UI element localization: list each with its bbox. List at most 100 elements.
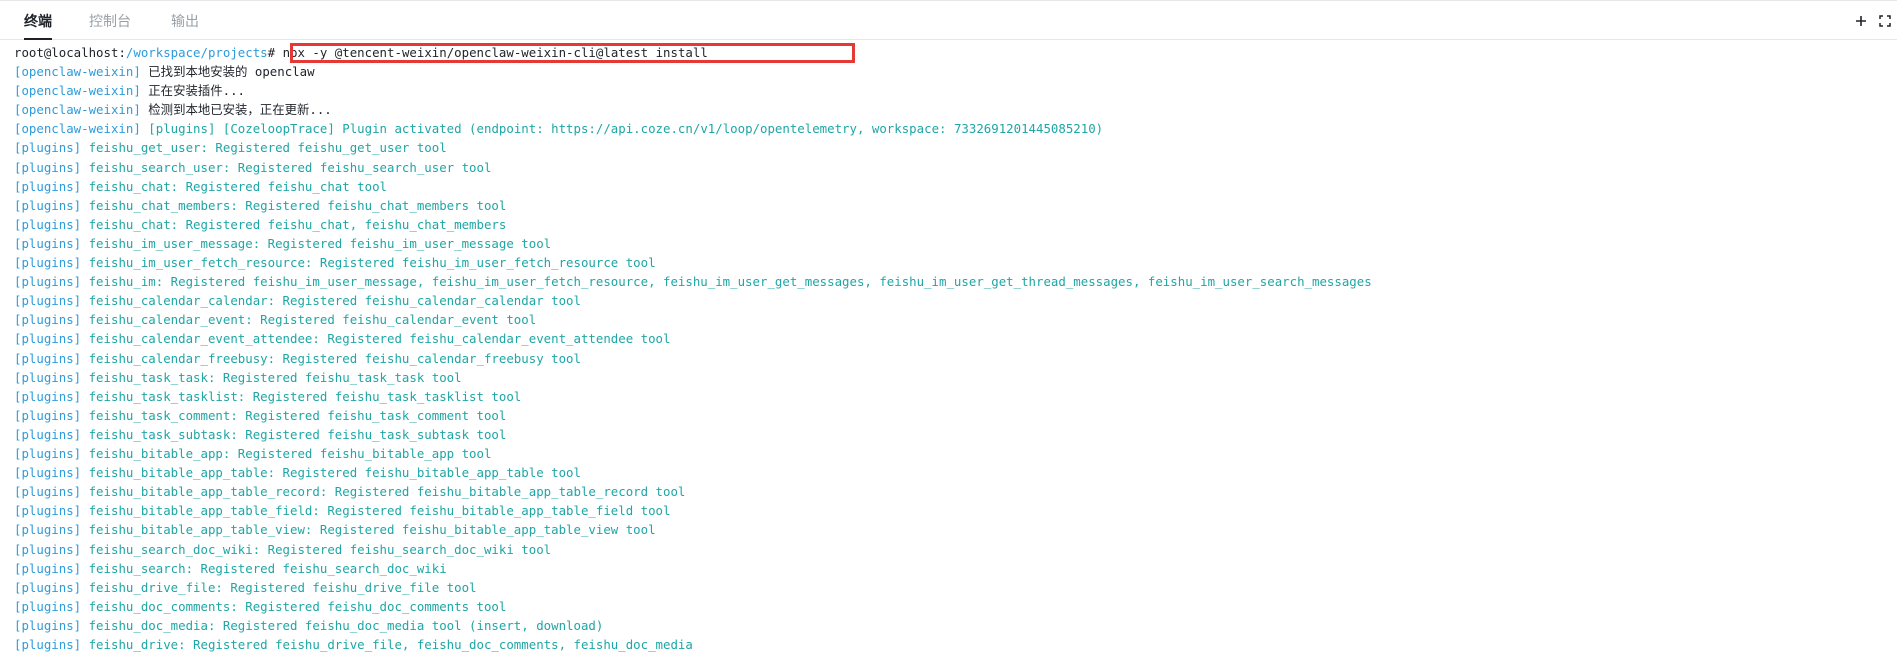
log-line: [plugins] feishu_bitable_app_table_view:… [14, 520, 656, 539]
log-text: feishu_bitable_app_table_view: Registere… [81, 522, 656, 538]
log-text: feishu_bitable_app_table_field: Register… [81, 503, 671, 519]
log-line: [plugins] feishu_im_user_message: Regist… [14, 234, 551, 253]
log-line: [plugins] feishu_drive: Registered feish… [14, 635, 693, 654]
log-text: feishu_task_task: Registered feishu_task… [81, 369, 462, 385]
log-tag: [plugins] [14, 484, 82, 500]
log-tag: [plugins] [14, 293, 82, 309]
log-text: feishu_bitable_app_table: Registered fei… [81, 465, 581, 481]
command-text: npx -y @tencent-weixin/openclaw-weixin-c… [275, 45, 708, 60]
log-line: [plugins] feishu_im: Registered feishu_i… [14, 272, 1372, 291]
log-tag: [plugins] [14, 388, 82, 404]
log-line: [plugins] feishu_task_subtask: Registere… [14, 425, 506, 444]
log-text: feishu_drive: Registered feishu_drive_fi… [81, 637, 693, 652]
log-line: [plugins] feishu_bitable_app: Registered… [14, 444, 491, 463]
tab-output[interactable]: 输出 [171, 1, 199, 40]
log-tag: [plugins] [14, 140, 82, 156]
log-text: feishu_bitable_app_table_record: Registe… [81, 484, 686, 500]
log-tag: [plugins] [14, 426, 82, 442]
log-text: feishu_doc_comments: Registered feishu_d… [81, 598, 507, 614]
log-tag: [plugins] [14, 369, 82, 385]
log-line: [openclaw-weixin] 检测到本地已安装，正在更新... [14, 100, 332, 119]
log-tag: [plugins] [14, 465, 82, 481]
log-text: feishu_calendar_calendar: Registered fei… [81, 293, 581, 309]
log-line: [plugins] feishu_calendar_event_attendee… [14, 329, 670, 348]
log-line: [plugins] feishu_get_user: Registered fe… [14, 138, 447, 157]
log-text: feishu_chat: Registered feishu_chat, fei… [81, 216, 507, 232]
prompt-separator: : [118, 45, 126, 60]
log-text: feishu_task_comment: Registered feishu_t… [81, 407, 507, 423]
log-tag: [plugins] [14, 255, 82, 270]
log-text: feishu_search: Registered feishu_search_… [81, 560, 447, 576]
log-tag: [plugins] [14, 598, 82, 614]
log-text: feishu_task_subtask: Registered feishu_t… [81, 426, 507, 442]
log-line: [openclaw-weixin] 已找到本地安装的 openclaw [14, 62, 315, 81]
prompt-symbol: # [267, 45, 276, 60]
fullscreen-icon[interactable] [1873, 1, 1897, 41]
log-text: feishu_im_user_fetch_resource: Registere… [81, 255, 656, 270]
log-line: [plugins] feishu_search_doc_wiki: Regist… [14, 540, 551, 559]
log-tag: [plugins] [14, 560, 82, 576]
log-text: [plugins] [CozeloopTrace] Plugin activat… [140, 121, 1104, 137]
log-text: feishu_chat: Registered feishu_chat tool [81, 178, 387, 194]
prompt-path: /workspace/projects [125, 45, 268, 60]
log-line: [plugins] feishu_chat: Registered feishu… [14, 215, 506, 234]
log-line: [plugins] feishu_bitable_app_table_field… [14, 501, 670, 520]
log-tag: [openclaw-weixin] [14, 83, 141, 99]
log-tag: [plugins] [14, 503, 82, 519]
log-line: [plugins] feishu_calendar_event: Registe… [14, 310, 536, 329]
log-tag: [plugins] [14, 617, 82, 633]
log-line: [plugins] feishu_chat_members: Registere… [14, 196, 506, 215]
tabbar-actions [1849, 1, 1897, 41]
log-line: [plugins] feishu_calendar_calendar: Regi… [14, 291, 581, 310]
log-line: [plugins] feishu_drive_file: Registered … [14, 578, 477, 597]
log-text: 已找到本地安装的 openclaw [140, 64, 315, 79]
log-line: [plugins] feishu_task_task: Registered f… [14, 368, 462, 387]
log-line: [plugins] feishu_doc_comments: Registere… [14, 597, 506, 616]
log-line: [plugins] feishu_task_tasklist: Register… [14, 387, 521, 406]
log-tag: [openclaw-weixin] [14, 121, 141, 137]
prompt-user: root@localhost [14, 45, 119, 60]
tab-console[interactable]: 控制台 [89, 1, 131, 40]
panel-tabbar: 终端 控制台 输出 [0, 0, 1897, 40]
log-tag: [plugins] [14, 178, 82, 194]
log-tag: [openclaw-weixin] [14, 102, 141, 118]
log-line: [plugins] feishu_search_user: Registered… [14, 158, 491, 177]
log-tag: [plugins] [14, 579, 82, 595]
log-line: [plugins] feishu_search: Registered feis… [14, 559, 447, 578]
log-line: [plugins] feishu_chat: Registered feishu… [14, 177, 387, 196]
log-line: [plugins] feishu_bitable_app_table_recor… [14, 482, 685, 501]
prompt-line: root@localhost:/workspace/projects# npx … [14, 43, 708, 62]
log-tag: [plugins] [14, 637, 82, 652]
log-text: feishu_get_user: Registered feishu_get_u… [81, 140, 447, 156]
plus-icon[interactable] [1849, 1, 1873, 41]
log-tag: [plugins] [14, 407, 82, 423]
log-text: 检测到本地已安装，正在更新... [140, 102, 332, 118]
log-tag: [plugins] [14, 522, 82, 538]
log-text: 正在安装插件... [140, 83, 246, 99]
log-tag: [plugins] [14, 350, 82, 366]
log-line: [plugins] feishu_doc_media: Registered f… [14, 616, 603, 635]
log-line: [plugins] feishu_calendar_freebusy: Regi… [14, 349, 581, 368]
log-text: feishu_im: Registered feishu_im_user_mes… [81, 274, 1372, 290]
log-tag: [plugins] [14, 541, 82, 557]
log-line: [openclaw-weixin] 正在安装插件... [14, 81, 245, 100]
log-tag: [plugins] [14, 235, 82, 251]
log-line: [openclaw-weixin] [plugins] [CozeloopTra… [14, 119, 1103, 138]
log-text: feishu_drive_file: Registered feishu_dri… [81, 579, 477, 595]
log-text: feishu_search_doc_wiki: Registered feish… [81, 541, 552, 557]
log-text: feishu_chat_members: Registered feishu_c… [81, 197, 507, 213]
log-text: feishu_doc_media: Registered feishu_doc_… [81, 617, 604, 633]
log-text: feishu_im_user_message: Registered feish… [81, 235, 552, 251]
log-tag: [plugins] [14, 446, 82, 461]
log-tag: [plugins] [14, 197, 82, 213]
log-text: feishu_search_user: Registered feishu_se… [81, 159, 492, 175]
log-tag: [plugins] [14, 331, 82, 347]
log-text: feishu_bitable_app: Registered feishu_bi… [81, 446, 492, 461]
log-text: feishu_calendar_freebusy: Registered fei… [81, 350, 581, 366]
log-tag: [plugins] [14, 159, 82, 175]
tab-terminal[interactable]: 终端 [24, 1, 52, 40]
log-line: [plugins] feishu_im_user_fetch_resource:… [14, 253, 656, 272]
log-tag: [plugins] [14, 216, 82, 232]
log-tag: [plugins] [14, 312, 82, 328]
terminal-output[interactable]: root@localhost:/workspace/projects# npx … [0, 40, 1897, 654]
